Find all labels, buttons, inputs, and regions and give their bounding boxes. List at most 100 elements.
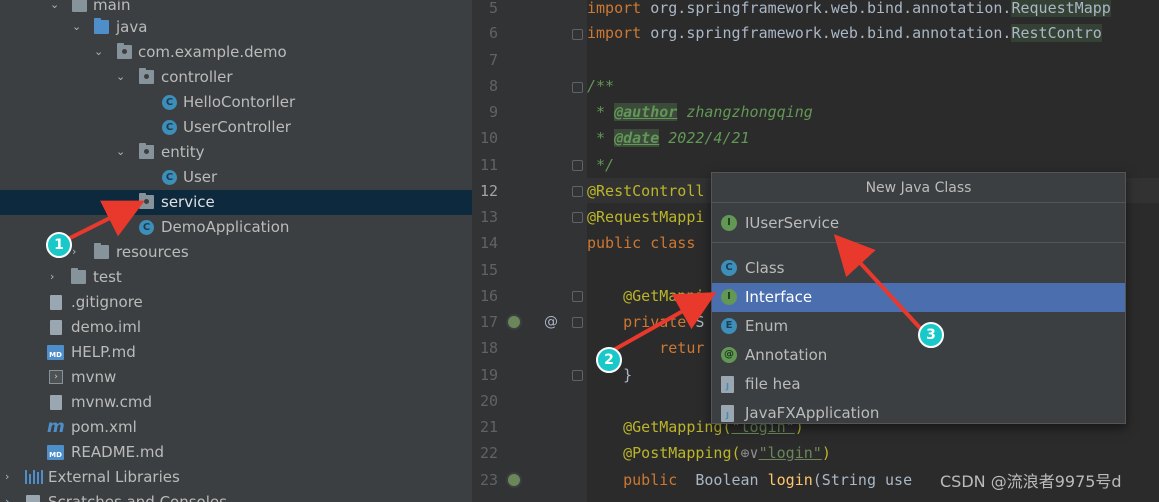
tree-item-mvnw-cmd[interactable]: mvnw.cmd bbox=[0, 390, 472, 415]
kind-option-label: file hea bbox=[745, 375, 801, 393]
tree-item-java[interactable]: ⌄ java bbox=[0, 15, 472, 40]
folder-icon bbox=[71, 268, 86, 284]
tree-item-com-example-demo[interactable]: ⌄ com.example.demo bbox=[0, 40, 472, 65]
tree-item-label: test bbox=[93, 268, 122, 286]
chevron-right-icon[interactable]: › bbox=[5, 470, 17, 484]
tree-item-usercontroller[interactable]: C UserController bbox=[0, 115, 472, 140]
fold-marker-icon[interactable] bbox=[572, 160, 583, 171]
folder-icon bbox=[94, 18, 109, 34]
code-keyword: private bbox=[587, 313, 687, 331]
tree-item-mvnw[interactable]: › mvnw bbox=[0, 365, 472, 390]
tree-item-pom-xml[interactable]: m pom.xml bbox=[0, 415, 472, 440]
tree-item-label: demo.iml bbox=[71, 318, 141, 336]
project-tree: ⌄ main ⌄ java ⌄ com.example.demo ⌄ contr… bbox=[0, 0, 472, 502]
file-icon bbox=[50, 395, 62, 410]
line-number: 17 bbox=[479, 313, 498, 331]
fold-marker-icon[interactable] bbox=[572, 186, 583, 197]
kind-option-class[interactable]: C Class bbox=[712, 254, 1125, 283]
package-icon bbox=[139, 143, 154, 159]
tree-item-label: resources bbox=[116, 243, 189, 261]
line-number: 15 bbox=[479, 261, 498, 279]
fold-marker-icon[interactable] bbox=[572, 291, 583, 302]
enum-icon: E bbox=[721, 318, 737, 334]
spring-bean-icon[interactable] bbox=[506, 314, 522, 330]
tree-item-gitignore[interactable]: .gitignore bbox=[0, 290, 472, 315]
spring-class-icon: C bbox=[139, 220, 154, 235]
code-line-14: public class bbox=[587, 234, 696, 252]
library-icon bbox=[25, 470, 43, 484]
tree-item-label: com.example.demo bbox=[138, 43, 287, 61]
tree-item-hellocontorller[interactable]: C HelloContorller bbox=[0, 90, 472, 115]
code-annotation: ) bbox=[821, 444, 831, 462]
code-line-11: */ bbox=[587, 156, 615, 174]
code-line-17: private S bbox=[587, 313, 704, 331]
code-highlight: RestContro bbox=[1011, 24, 1102, 42]
tree-item-demo-iml[interactable]: demo.iml bbox=[0, 315, 472, 340]
chevron-down-icon[interactable]: ⌄ bbox=[116, 70, 128, 84]
tree-item-label: HelloContorller bbox=[183, 93, 296, 111]
tree-item-label: java bbox=[116, 18, 148, 36]
tree-item-demoapplication[interactable]: C DemoApplication bbox=[0, 215, 472, 240]
kind-option-javafx-application[interactable]: J JavaFXApplication bbox=[712, 399, 1125, 428]
kind-option-label: Class bbox=[745, 259, 785, 277]
class-icon: C bbox=[162, 95, 177, 110]
kind-option-label: Interface bbox=[745, 288, 813, 306]
tree-item-scratches[interactable]: › Scratches and Consoles bbox=[0, 490, 472, 502]
line-number: 16 bbox=[479, 287, 498, 305]
code-line-12: @RestControll bbox=[587, 182, 705, 200]
code-keyword: import bbox=[587, 0, 642, 17]
scratch-icon bbox=[26, 495, 40, 502]
code-line-8: /** bbox=[587, 77, 615, 95]
line-number: 9 bbox=[488, 103, 498, 121]
step-badge-2: 2 bbox=[596, 347, 622, 373]
class-name-input[interactable] bbox=[745, 212, 1115, 234]
folder-icon bbox=[94, 243, 109, 259]
code-highlight: RequestMapp bbox=[1011, 0, 1111, 17]
line-number: 23 bbox=[479, 471, 498, 489]
tree-item-user[interactable]: C User bbox=[0, 165, 472, 190]
chevron-right-icon[interactable]: › bbox=[5, 495, 17, 502]
line-number: 14 bbox=[479, 234, 498, 252]
code-text: org.springframework.web.bind.annotation. bbox=[641, 0, 1012, 17]
package-icon bbox=[117, 43, 132, 59]
chevron-down-icon[interactable]: ⌄ bbox=[94, 45, 106, 59]
fold-marker-icon[interactable] bbox=[572, 212, 583, 223]
fold-marker-icon[interactable] bbox=[572, 29, 583, 40]
chevron-down-icon[interactable]: ⌄ bbox=[50, 0, 62, 12]
tree-item-label: entity bbox=[161, 143, 205, 161]
popup-title: New Java Class bbox=[712, 173, 1125, 203]
globe-icon[interactable]: ⊕∨ bbox=[741, 444, 759, 462]
tree-item-entity[interactable]: ⌄ entity bbox=[0, 140, 472, 165]
javadoc-tag: @date bbox=[614, 129, 660, 147]
interface-icon: I bbox=[721, 289, 737, 305]
javadoc-tag: @author bbox=[614, 103, 678, 121]
line-number: 19 bbox=[479, 366, 498, 384]
fold-marker-icon[interactable] bbox=[572, 82, 583, 93]
kind-option-interface[interactable]: I Interface bbox=[712, 283, 1125, 312]
tree-item-service[interactable]: service bbox=[0, 190, 472, 215]
code-line-9: * @author zhangzhongqing bbox=[587, 103, 813, 121]
class-icon: C bbox=[721, 260, 737, 276]
chevron-down-icon[interactable]: ⌄ bbox=[72, 20, 84, 34]
tree-item-external-libraries[interactable]: › External Libraries bbox=[0, 465, 472, 490]
line-number: 18 bbox=[479, 339, 498, 357]
line-number: 11 bbox=[479, 156, 498, 174]
spring-bean-icon[interactable] bbox=[506, 472, 522, 488]
markdown-icon: MD bbox=[47, 345, 64, 360]
fold-marker-icon[interactable] bbox=[572, 370, 583, 381]
chevron-right-icon[interactable]: › bbox=[72, 245, 84, 259]
at-sign-icon[interactable]: @ bbox=[544, 314, 560, 330]
code-line-23: public Boolean login(String use bbox=[587, 471, 912, 489]
chevron-down-icon[interactable]: ⌄ bbox=[116, 145, 128, 159]
chevron-right-icon[interactable]: › bbox=[50, 270, 62, 284]
fold-marker-icon[interactable] bbox=[572, 317, 583, 328]
kind-option-annotation[interactable]: @ Annotation bbox=[712, 341, 1125, 370]
tree-item-controller[interactable]: ⌄ controller bbox=[0, 65, 472, 90]
kind-option-file-header[interactable]: J file hea bbox=[712, 370, 1125, 399]
code-comment: * bbox=[587, 129, 615, 147]
tree-item-help-md[interactable]: MD HELP.md bbox=[0, 340, 472, 365]
class-name-field[interactable]: I bbox=[712, 203, 1125, 243]
tree-item-readme-md[interactable]: MD README.md bbox=[0, 440, 472, 465]
tree-item-test[interactable]: › test bbox=[0, 265, 472, 290]
markdown-icon: MD bbox=[47, 445, 64, 460]
